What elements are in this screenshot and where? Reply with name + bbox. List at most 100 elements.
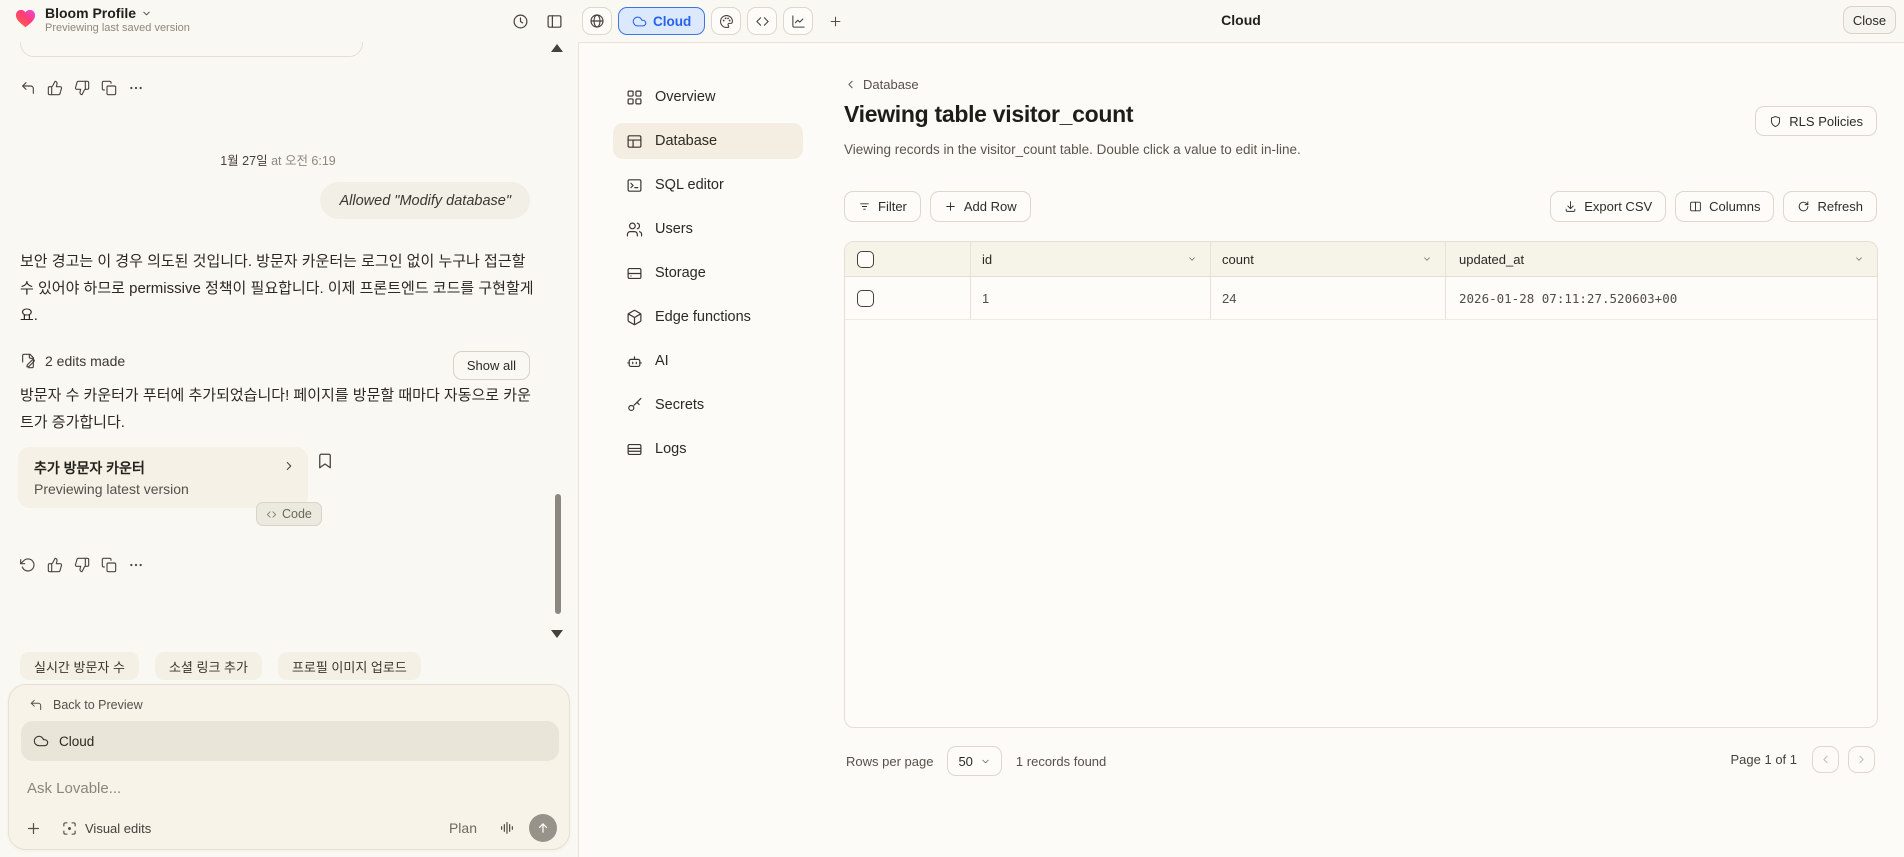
close-button[interactable]: Close [1843, 6, 1896, 34]
sidebar-item-ai[interactable]: AI [613, 343, 803, 379]
row-select-cell [845, 277, 970, 319]
chat-scrollbar[interactable] [555, 494, 561, 614]
context-item-label: Cloud [59, 733, 95, 749]
show-all-button[interactable]: Show all [452, 351, 530, 380]
copy-icon[interactable] [101, 557, 117, 573]
page-size-select[interactable]: 50 [947, 746, 1002, 776]
restore-icon[interactable] [20, 557, 36, 573]
undo-icon[interactable] [20, 80, 36, 96]
refresh-button[interactable]: Refresh [1783, 191, 1877, 222]
copy-icon[interactable] [101, 80, 117, 96]
cloud-panel: Overview Database SQL editor Users Stora… [578, 42, 1904, 857]
row-checkbox[interactable] [857, 289, 874, 307]
rows-per-page-label: Rows per page [846, 753, 934, 769]
visual-edits-button[interactable]: Visual edits [62, 821, 151, 836]
bookmark-icon[interactable] [316, 452, 334, 470]
table-row[interactable]: 1 24 2026-01-28 07:11:27.520603+00 [845, 277, 1877, 320]
table-toolbar-right: Export CSV Columns Refresh [1550, 191, 1877, 222]
breadcrumb-label: Database [863, 77, 919, 92]
plan-mode-button[interactable]: Plan [449, 820, 477, 836]
add-row-button[interactable]: Add Row [929, 191, 1031, 222]
cell-updated-at[interactable]: 2026-01-28 07:11:27.520603+00 [1445, 277, 1877, 319]
chevron-right-icon [286, 462, 292, 470]
select-all-checkbox[interactable] [857, 250, 874, 268]
chevron-down-icon [982, 759, 989, 763]
more-options-icon[interactable] [128, 80, 144, 96]
filter-icon [860, 203, 869, 210]
sidebar-item-logs[interactable]: Logs [613, 431, 803, 467]
chevron-down-icon[interactable] [1187, 253, 1199, 265]
assistant-message: 방문자 수 카운터가 푸터에 추가되었습니다! 페이지를 방문할 때마다 자동으… [20, 387, 531, 431]
suggestion-chip[interactable]: 실시간 방문자 수 [20, 652, 139, 680]
page-indicator: Page 1 of 1 [1730, 752, 1798, 767]
chat-input[interactable] [27, 780, 547, 797]
users-icon [626, 222, 643, 236]
column-header-count[interactable]: count [1210, 242, 1445, 276]
grid-icon [627, 90, 642, 104]
visual-edits-label: Visual edits [85, 820, 152, 836]
rls-policies-button[interactable]: RLS Policies [1755, 106, 1877, 136]
thumbs-up-icon[interactable] [47, 80, 63, 96]
panel-left-icon[interactable] [546, 13, 563, 30]
sidebar-item-database[interactable]: Database [613, 123, 803, 159]
chat-timestamp: 1월 27일 at 오전 6:19 [220, 154, 336, 168]
chat-composer: Back to Preview Cloud Visual edits Plan [8, 684, 570, 850]
scroll-down-indicator[interactable] [551, 630, 563, 638]
send-button[interactable] [529, 814, 557, 842]
context-item-cloud[interactable]: Cloud [21, 721, 559, 761]
next-page-button[interactable] [1848, 746, 1875, 773]
sidebar-item-secrets[interactable]: Secrets [613, 387, 803, 423]
chevron-down-icon[interactable] [1422, 253, 1434, 265]
code-chip-button[interactable]: Code [256, 502, 322, 526]
thumbs-down-icon[interactable] [74, 557, 90, 573]
cell-count[interactable]: 24 [1210, 277, 1445, 319]
chevron-down-icon[interactable] [1854, 253, 1866, 265]
table-icon [627, 134, 642, 148]
bot-icon [627, 355, 642, 367]
attach-plus-icon[interactable] [25, 820, 42, 837]
plus-icon [946, 202, 955, 211]
sidebar-item-storage[interactable]: Storage [613, 255, 803, 291]
suggestion-chips: 실시간 방문자 수 소셜 링크 추가 프로필 이미지 업로드 [20, 652, 421, 680]
box-icon [627, 309, 642, 325]
filter-button[interactable]: Filter [844, 191, 921, 222]
scroll-up-indicator[interactable] [551, 44, 563, 52]
columns-button[interactable]: Columns [1675, 191, 1775, 222]
records-found-label: 1 records found [1015, 753, 1107, 769]
app: Bloom Profile Previewing last saved vers… [0, 0, 1904, 857]
version-card-title: 추가 방문자 카운터 [34, 460, 145, 476]
page-title: Viewing table visitor_count [844, 101, 1134, 127]
sidebar-item-users[interactable]: Users [613, 211, 803, 247]
terminal-icon [627, 178, 642, 192]
voice-input-icon[interactable] [499, 820, 515, 836]
column-header-id[interactable]: id [970, 242, 1210, 276]
sidebar-item-edge-functions[interactable]: Edge functions [613, 299, 803, 335]
suggestion-chip[interactable]: 프로필 이미지 업로드 [277, 652, 421, 680]
column-header-updated-at[interactable]: updated_at [1445, 242, 1877, 276]
user-message-bubble: Allowed "Modify database" [320, 182, 530, 219]
sidebar-item-sql-editor[interactable]: SQL editor [613, 167, 803, 203]
hard-drive-icon [627, 267, 642, 279]
cell-id[interactable]: 1 [970, 277, 1210, 319]
project-menu[interactable]: Bloom Profile Previewing last saved vers… [14, 5, 190, 34]
chevron-right-icon [1859, 755, 1864, 764]
export-csv-button[interactable]: Export CSV [1550, 191, 1667, 222]
history-icon[interactable] [512, 13, 529, 30]
breadcrumb[interactable]: Database [844, 77, 919, 92]
previous-message-card-edge [20, 42, 363, 57]
message-actions-row [20, 80, 144, 96]
refresh-icon [1799, 201, 1809, 212]
chat-panel: 1월 27일 at 오전 6:19 Allowed "Modify databa… [0, 42, 578, 857]
chevron-left-icon [848, 80, 853, 89]
cloud-panel-title: Cloud [1221, 12, 1261, 28]
suggestion-chip[interactable]: 소셜 링크 추가 [154, 652, 262, 680]
version-card[interactable]: 추가 방문자 카운터 Previewing latest version [18, 447, 308, 508]
logs-icon [627, 443, 642, 455]
sidebar-item-overview[interactable]: Overview [613, 79, 803, 115]
thumbs-down-icon[interactable] [74, 80, 90, 96]
corner-up-left-icon [30, 699, 42, 711]
previous-page-button[interactable] [1812, 746, 1839, 773]
thumbs-up-icon[interactable] [47, 557, 63, 573]
more-options-icon[interactable] [128, 557, 144, 573]
back-to-preview-button[interactable]: Back to Preview [29, 698, 143, 712]
